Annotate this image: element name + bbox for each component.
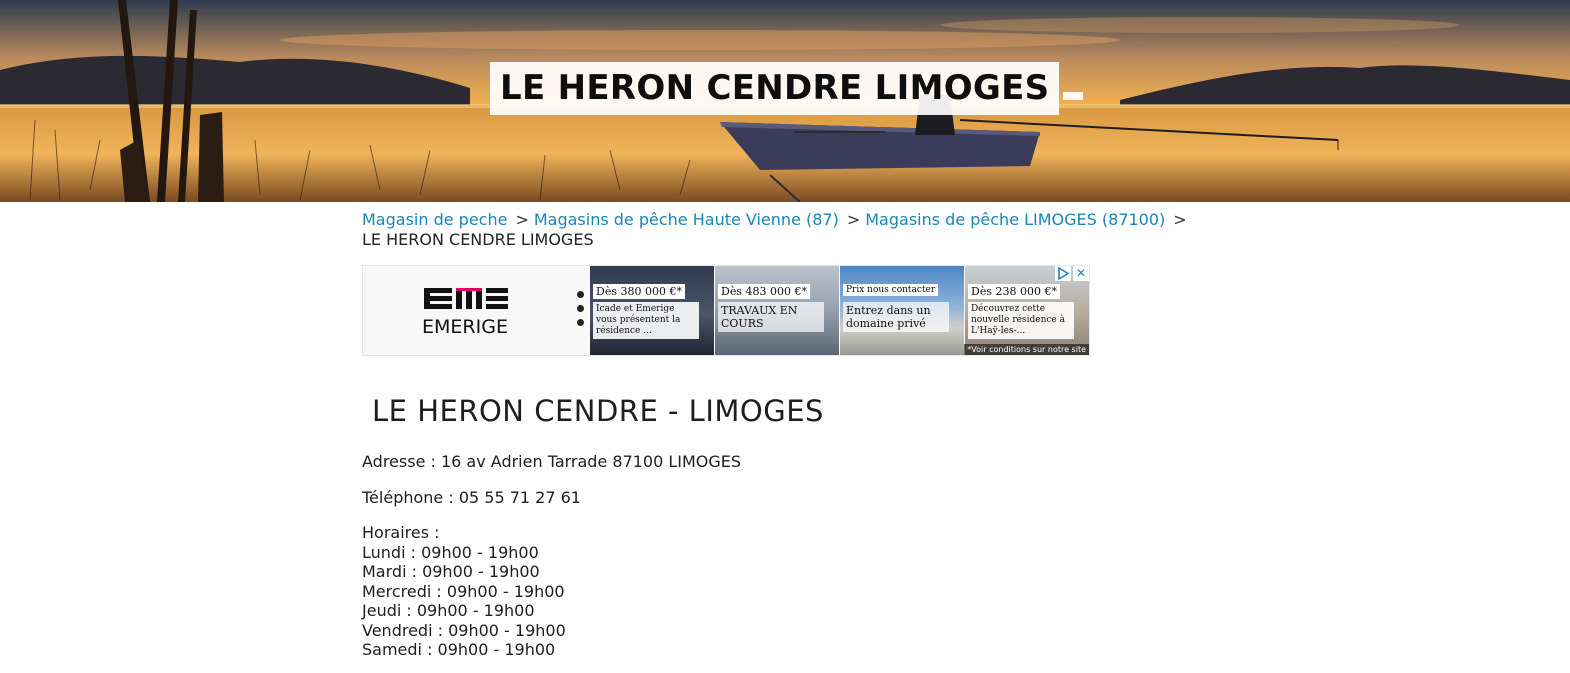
ad-card-price: Dès 380 000 €* [593, 284, 685, 299]
hours-row-mardi: Mardi : 09h00 - 19h00 [362, 562, 540, 581]
breadcrumb-separator: > [846, 210, 861, 229]
ad-card-description: Découvrez cette nouvelle résidence à L'H… [968, 302, 1074, 339]
breadcrumb-separator: > [515, 210, 529, 229]
ad-carousel-dots[interactable] [577, 291, 585, 333]
adchoices-icon[interactable] [1055, 266, 1071, 281]
ad-card-description: TRAVAUX EN COURS [718, 302, 824, 332]
hours-row-vendredi: Vendredi : 09h00 - 19h00 [362, 620, 566, 640]
breadcrumb-link-magasin-de-peche[interactable]: Magasin de peche [362, 210, 507, 229]
advertisement-banner[interactable]: EMERIGE Dès 380 000 €* Icade et Emerige … [362, 265, 1090, 356]
ad-card-price: Prix nous contacter [843, 284, 939, 296]
svg-text:EMERIGE: EMERIGE [422, 316, 508, 338]
hours-row-lundi: Lundi : 09h00 - 19h00 [362, 542, 539, 562]
store-address: Adresse : 16 av Adrien Tarrade 87100 LIM… [362, 452, 742, 471]
store-name-heading: LE HERON CENDRE - LIMOGES [372, 394, 824, 428]
ad-card-description: Icade et Emerige vous présentent la rési… [593, 302, 699, 339]
site-title: LE HERON CENDRE LIMOGES [490, 62, 1060, 115]
header-banner: LE HERON CENDRE LIMOGES [0, 0, 1570, 202]
breadcrumb-current: LE HERON CENDRE LIMOGES [362, 230, 594, 249]
hours-row-samedi: Samedi : 09h00 - 19h00 [362, 640, 556, 659]
ad-disclaimer: *Voir conditions sur notre site [964, 344, 1089, 355]
emerige-logo-icon: EMERIGE [422, 288, 508, 338]
breadcrumb-link-haute-vienne[interactable]: Magasins de pêche Haute Vienne (87) [534, 210, 839, 229]
store-phone: Téléphone : 05 55 71 27 61 [362, 488, 581, 507]
ad-card-description: Entrez dans un domaine privé [843, 302, 949, 332]
title-decoration [1063, 92, 1083, 100]
hours-row-jeudi: Jeudi : 09h00 - 19h00 [362, 601, 535, 620]
close-icon[interactable]: ✕ [1073, 266, 1089, 281]
ad-card-price: Dès 238 000 €* [968, 284, 1060, 299]
breadcrumb: Magasin de peche > Magasins de pêche Haute… [362, 210, 1222, 250]
breadcrumb-link-limoges[interactable]: Magasins de pêche LIMOGES (87100) [865, 210, 1165, 229]
ad-brand-logo[interactable]: EMERIGE [363, 266, 589, 355]
hours-row-mercredi: Mercredi : 09h00 - 19h00 [362, 581, 565, 601]
ad-card-price: Dès 483 000 €* [718, 284, 810, 299]
ad-card[interactable]: Prix nous contacter Entrez dans un domai… [840, 266, 964, 355]
store-hours: Horaires : Lundi : 09h00 - 19h00 Mardi :… [362, 523, 566, 660]
breadcrumb-separator: > [1173, 210, 1187, 229]
hours-title: Horaires : [362, 523, 440, 542]
ad-card[interactable]: Dès 483 000 €* TRAVAUX EN COURS [715, 266, 839, 355]
ad-card[interactable]: Dès 380 000 €* Icade et Emerige vous pré… [590, 266, 714, 355]
